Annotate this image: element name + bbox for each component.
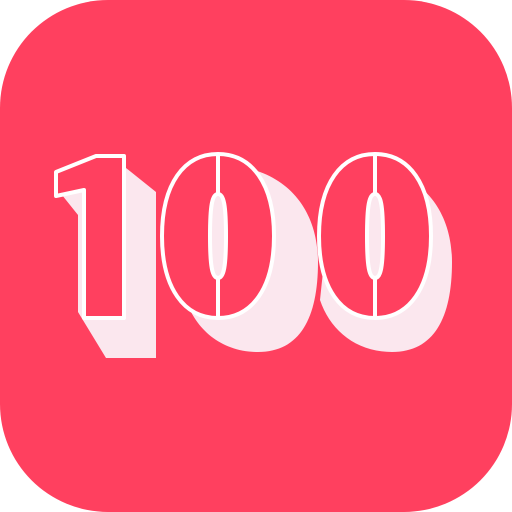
hundred-badge: 100 [0,0,512,512]
hundred-icon [54,152,452,358]
digit-one [54,154,126,320]
